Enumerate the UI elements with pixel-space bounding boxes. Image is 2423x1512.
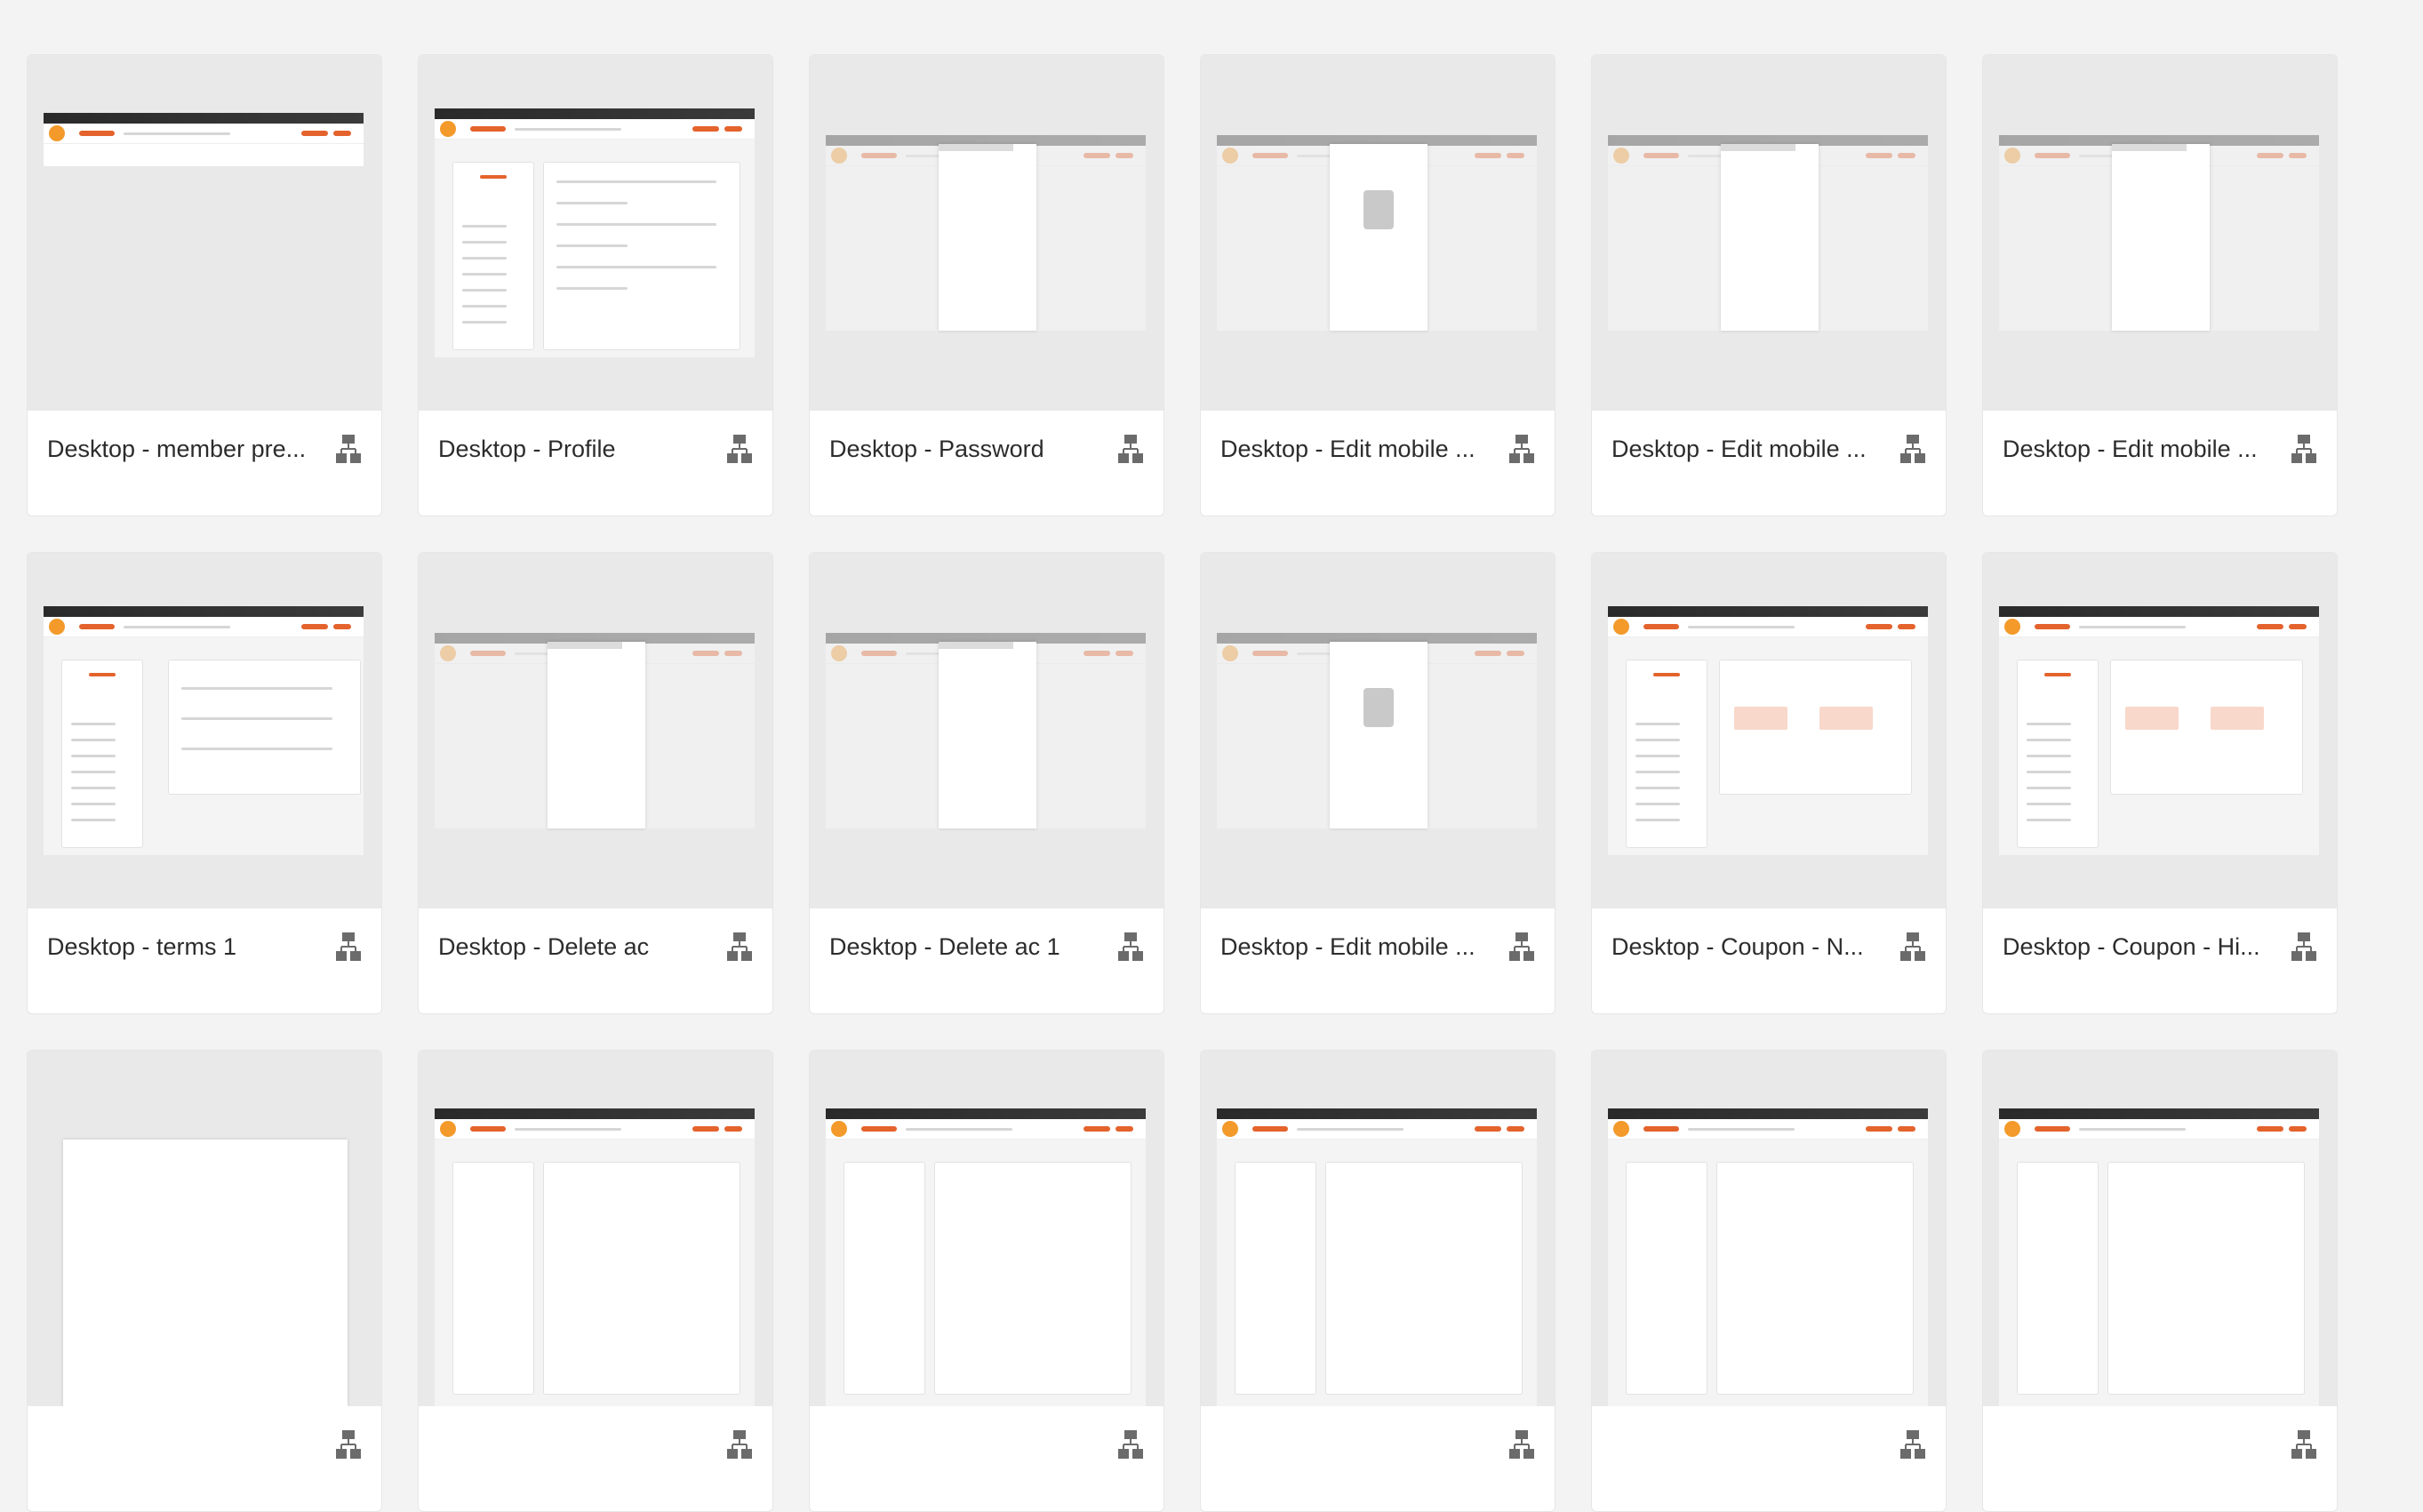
artboard-card[interactable]: Desktop - Edit mobile ... bbox=[1591, 54, 1947, 516]
artboard-thumbnail[interactable] bbox=[1983, 1051, 2337, 1406]
artboard-thumbnail[interactable] bbox=[1983, 553, 2337, 908]
artboard-card[interactable] bbox=[809, 1050, 1164, 1512]
artboard-thumbnail[interactable] bbox=[419, 1051, 772, 1406]
artboard-title: Desktop - Edit mobile ... bbox=[1611, 436, 1867, 462]
artboard-title: Desktop - Delete ac bbox=[438, 933, 650, 960]
prototype-flow-icon bbox=[1118, 1430, 1143, 1459]
artboard-card[interactable]: Desktop - Password bbox=[809, 54, 1164, 516]
artboard-card[interactable]: Desktop - Coupon - N... bbox=[1591, 552, 1947, 1014]
artboard-thumbnail[interactable] bbox=[1201, 1051, 1555, 1406]
artboard-card[interactable]: Desktop - Coupon - Hi... bbox=[1982, 552, 2338, 1014]
prototype-flow-icon bbox=[2291, 932, 2316, 961]
prototype-flow-icon bbox=[727, 932, 752, 961]
artboard-thumbnail[interactable] bbox=[28, 553, 381, 908]
prototype-flow-icon bbox=[1509, 932, 1534, 961]
artboard-card[interactable]: Desktop - terms 1 bbox=[27, 552, 382, 1014]
prototype-flow-icon bbox=[1118, 435, 1143, 463]
artboard-card[interactable]: Desktop - Delete ac bbox=[418, 552, 773, 1014]
artboard-title: Desktop - Profile bbox=[438, 436, 616, 462]
artboard-title: Desktop - terms 1 bbox=[47, 933, 237, 960]
prototype-flow-icon bbox=[1509, 435, 1534, 463]
artboard-card[interactable] bbox=[1591, 1050, 1947, 1512]
artboard-thumbnail[interactable] bbox=[810, 1051, 1164, 1406]
artboard-thumbnail[interactable] bbox=[28, 55, 381, 411]
prototype-flow-icon bbox=[1118, 932, 1143, 961]
artboard-thumbnail[interactable] bbox=[1983, 55, 2337, 411]
prototype-flow-icon bbox=[1900, 1430, 1925, 1459]
artboard-title: Desktop - Coupon - Hi... bbox=[2003, 933, 2260, 960]
artboard-title: Desktop - Edit mobile ... bbox=[1220, 933, 1475, 960]
artboard-thumbnail[interactable] bbox=[28, 1051, 381, 1406]
artboard-card[interactable] bbox=[1982, 1050, 2338, 1512]
artboard-thumbnail[interactable] bbox=[810, 55, 1164, 411]
artboard-card[interactable] bbox=[27, 1050, 382, 1512]
artboard-title: Desktop - Edit mobile ... bbox=[1220, 436, 1475, 462]
prototype-flow-icon bbox=[727, 1430, 752, 1459]
prototype-flow-icon bbox=[2291, 1430, 2316, 1459]
artboard-card[interactable]: Desktop - Edit mobile ... bbox=[1982, 54, 2338, 516]
artboard-card[interactable]: Desktop - Profile bbox=[418, 54, 773, 516]
artboard-thumbnail[interactable] bbox=[419, 553, 772, 908]
artboard-thumbnail[interactable] bbox=[810, 553, 1164, 908]
prototype-flow-icon bbox=[1509, 1430, 1534, 1459]
artboard-card[interactable]: Desktop - Edit mobile ... bbox=[1200, 54, 1555, 516]
artboard-thumbnail[interactable] bbox=[1201, 55, 1555, 411]
prototype-flow-icon bbox=[1900, 932, 1925, 961]
artboard-title: Desktop - Edit mobile ... bbox=[2003, 436, 2258, 462]
artboard-thumbnail[interactable] bbox=[1592, 553, 1946, 908]
artboard-card[interactable]: Desktop - Edit mobile ... bbox=[1200, 552, 1555, 1014]
artboard-title: Desktop - Password bbox=[829, 436, 1044, 462]
artboard-thumbnail[interactable] bbox=[1592, 55, 1946, 411]
artboard-card[interactable]: Desktop - Delete ac 1 bbox=[809, 552, 1164, 1014]
artboard-thumbnail[interactable] bbox=[419, 55, 772, 411]
prototype-flow-icon bbox=[2291, 435, 2316, 463]
artboard-title: Desktop - Coupon - N... bbox=[1611, 933, 1864, 960]
prototype-flow-icon bbox=[336, 1430, 361, 1459]
artboard-thumbnail[interactable] bbox=[1201, 553, 1555, 908]
artboard-card[interactable]: Desktop - member pre... bbox=[27, 54, 382, 516]
prototype-flow-icon bbox=[336, 932, 361, 961]
artboard-card[interactable] bbox=[1200, 1050, 1555, 1512]
artboard-title: Desktop - member pre... bbox=[47, 436, 307, 462]
artboard-card[interactable] bbox=[418, 1050, 773, 1512]
artboard-title: Desktop - Delete ac 1 bbox=[829, 933, 1060, 960]
prototype-flow-icon bbox=[727, 435, 752, 463]
artboard-thumbnail[interactable] bbox=[1592, 1051, 1946, 1406]
prototype-flow-icon bbox=[1900, 435, 1925, 463]
prototype-flow-icon bbox=[336, 435, 361, 463]
